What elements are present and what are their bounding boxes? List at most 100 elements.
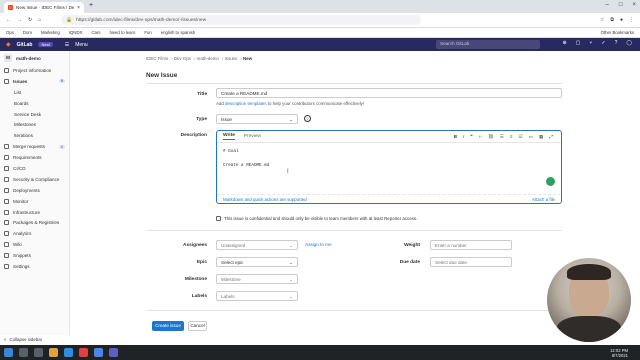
sidebar-item-list[interactable]: List <box>0 87 69 98</box>
bookmark-ops[interactable]: Ops <box>6 30 14 35</box>
link-icon[interactable]: ⛓ <box>488 134 494 140</box>
gitlab-logo-text[interactable]: GitLab <box>17 42 33 48</box>
bookmark-marketing[interactable]: Marketing <box>41 30 60 35</box>
sidebar-project[interactable]: M math-demo <box>0 51 69 65</box>
sidebar-item-ci-cd[interactable]: CI/CD <box>0 163 69 174</box>
collapsible-icon[interactable]: ▭ <box>529 134 533 140</box>
menu-button[interactable]: Menu <box>75 42 88 48</box>
close-window-icon[interactable]: × <box>632 2 636 8</box>
breadcrumb-item[interactable]: math-demo <box>197 56 219 61</box>
title-input[interactable]: Create a README.md <box>216 88 562 98</box>
app-icon[interactable] <box>64 348 73 357</box>
create-issue-button[interactable]: Create issue <box>152 321 184 331</box>
description-textarea[interactable]: # Goal Create a README.md <box>223 148 269 169</box>
sidebar-item-packages-registries[interactable]: Packages & Registries <box>0 217 69 228</box>
collapse-sidebar-button[interactable]: « Collapse sidebar <box>0 335 70 343</box>
more-icon[interactable]: ⋮ <box>629 17 634 23</box>
forward-icon[interactable]: → <box>17 17 22 23</box>
numbered-list-icon[interactable]: ≡ <box>510 134 513 140</box>
todos-nav-icon[interactable]: ✓ <box>601 40 605 46</box>
bookmark-fun[interactable]: Fun <box>144 30 151 35</box>
weight-input[interactable]: Enter a number <box>430 240 512 250</box>
table-icon[interactable]: ▦ <box>539 134 543 140</box>
app-icon[interactable] <box>79 348 88 357</box>
profile-icon[interactable]: ● <box>620 17 623 23</box>
breadcrumb-item[interactable]: Issues <box>225 56 238 61</box>
minimize-icon[interactable]: – <box>606 2 609 8</box>
cancel-button[interactable]: Cancel <box>188 321 207 331</box>
start-icon[interactable] <box>4 348 13 357</box>
code-icon[interactable]: ‹› <box>479 134 482 140</box>
sidebar-item-snippets[interactable]: Snippets <box>0 250 69 261</box>
epic-select[interactable]: Select epic ⌄ <box>216 257 298 267</box>
description-templates-link[interactable]: description templates <box>225 101 267 106</box>
user-avatar-icon[interactable]: ◯ <box>626 40 632 46</box>
reload-icon[interactable]: ↻ <box>28 17 32 23</box>
sidebar-item-project-information[interactable]: Project information <box>0 65 69 76</box>
maximize-icon[interactable]: □ <box>619 2 623 8</box>
issues-nav-icon[interactable]: ▢ <box>576 40 581 46</box>
sidebar-item-security-compliance[interactable]: Security & Compliance <box>0 174 69 185</box>
search-icon[interactable] <box>19 348 28 357</box>
milestone-select[interactable]: Milestone ⌄ <box>216 274 298 284</box>
fullscreen-icon[interactable]: ⤢ <box>549 134 553 140</box>
close-tab-icon[interactable]: × <box>77 5 80 11</box>
new-tab-icon[interactable]: + <box>89 2 93 9</box>
chrome-icon[interactable] <box>94 348 103 357</box>
bold-icon[interactable]: B <box>454 134 457 140</box>
file-explorer-icon[interactable] <box>49 348 58 357</box>
gitlab-logo-icon[interactable]: ◆ <box>6 41 11 48</box>
sidebar-item-analytics[interactable]: Analytics <box>0 228 69 239</box>
bullet-list-icon[interactable]: ☰ <box>500 134 504 140</box>
extensions-icon[interactable]: ⧉ <box>610 17 614 23</box>
bookmark-cars[interactable]: Cars <box>91 30 100 35</box>
type-select[interactable]: Issue ⌄ <box>216 114 298 124</box>
type-help-icon[interactable]: ? <box>304 115 311 122</box>
tab-write[interactable]: Write <box>223 133 235 140</box>
create-new-icon[interactable]: ⊕ <box>562 40 566 46</box>
next-badge[interactable]: Next <box>38 42 53 47</box>
sidebar-item-settings[interactable]: Settings <box>0 261 69 272</box>
sidebar-item-requirements[interactable]: Requirements <box>0 152 69 163</box>
sidebar-item-merge-requests[interactable]: Merge requests 0 <box>0 141 69 152</box>
task-view-icon[interactable] <box>34 348 43 357</box>
browser-tab[interactable]: New Issue · IDEC Films / Dev Op × <box>4 2 84 13</box>
sidebar-item-iterations[interactable]: Iterations <box>0 130 69 141</box>
back-icon[interactable]: ← <box>6 17 11 23</box>
sidebar-item-deployments[interactable]: Deployments <box>0 185 69 196</box>
bookmark-english-to-spanish[interactable]: english to spanish <box>161 30 195 35</box>
assignees-select[interactable]: Unassigned ⌄ <box>216 240 298 250</box>
confidential-checkbox[interactable] <box>216 216 221 221</box>
italic-icon[interactable]: I <box>463 134 464 140</box>
bookmark-dom[interactable]: Dom <box>23 30 32 35</box>
breadcrumb-item[interactable]: IDEC Films <box>146 56 168 61</box>
help-icon[interactable]: ? <box>615 40 618 46</box>
star-icon[interactable]: ☆ <box>600 17 604 23</box>
sidebar-item-infrastructure[interactable]: Infrastructure <box>0 207 69 218</box>
menu-icon[interactable]: ☰ <box>65 42 69 48</box>
grammarly-icon[interactable] <box>546 177 555 186</box>
task-list-icon[interactable]: ☑ <box>519 134 523 140</box>
sidebar-item-issues[interactable]: Issues 0 <box>0 76 69 87</box>
sidebar-item-boards[interactable]: Boards <box>0 98 69 109</box>
app-icon[interactable] <box>109 348 118 357</box>
quote-icon[interactable]: ❝ <box>470 134 472 140</box>
bookmark-need-to-learn[interactable]: Need to learn <box>110 30 136 35</box>
other-bookmarks[interactable]: Other Bookmarks <box>601 30 634 35</box>
attach-file-button[interactable]: Attach a file <box>532 197 555 202</box>
breadcrumb-item[interactable]: Dev Ops <box>174 56 191 61</box>
gitlab-search-input[interactable]: Search GitLab <box>436 40 540 49</box>
merge-requests-nav-icon[interactable]: ⑂ <box>589 40 592 46</box>
tab-preview[interactable]: Preview <box>244 134 261 139</box>
markdown-link[interactable]: Markdown and quick actions are supported <box>223 197 307 202</box>
labels-select[interactable]: Labels ⌄ <box>216 291 298 301</box>
sidebar-item-wiki[interactable]: Wiki <box>0 239 69 250</box>
sidebar-item-service-desk[interactable]: Service Desk <box>0 109 69 120</box>
sidebar-item-monitor[interactable]: Monitor <box>0 196 69 207</box>
due-date-input[interactable]: Select due date <box>430 257 512 267</box>
home-icon[interactable]: ⌂ <box>38 17 41 23</box>
assign-to-me-link[interactable]: Assign to me <box>305 242 332 247</box>
bookmark-iqndx[interactable]: IQNDX <box>69 30 83 35</box>
sidebar-item-milestones[interactable]: Milestones <box>0 119 69 130</box>
url-bar[interactable]: 🔒 https://gitlab.com/idec-films/dev-ops/… <box>61 15 422 25</box>
